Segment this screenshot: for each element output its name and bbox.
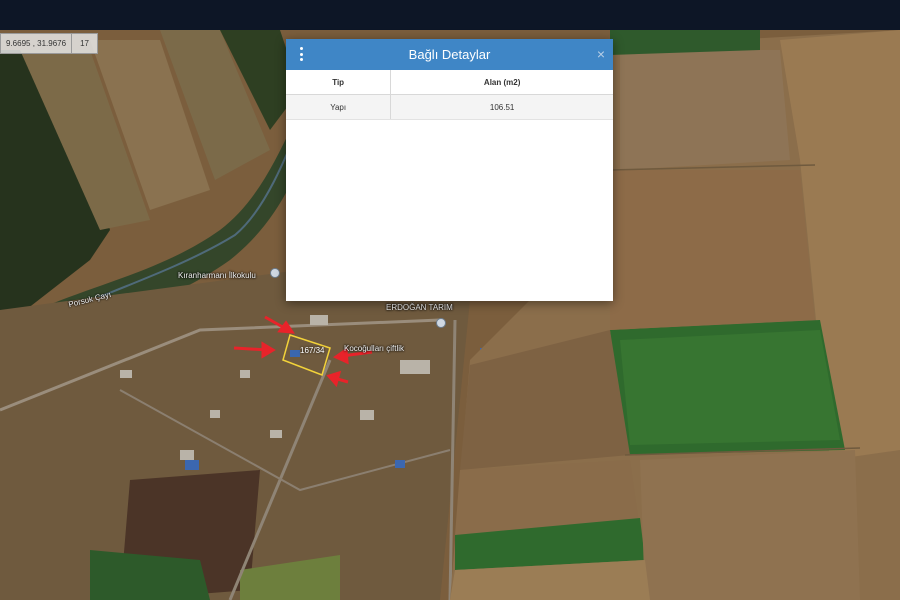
more-vert-icon[interactable] bbox=[298, 47, 304, 61]
zoom-level: 17 bbox=[71, 34, 97, 53]
coordinate-readout: 9.6695 , 31.9676 17 bbox=[0, 33, 98, 54]
school-label: Kıranharmanı İlkokulu bbox=[178, 271, 256, 280]
farm-label: ERDOĞAN TARIM bbox=[386, 303, 453, 312]
farm-name-label: Kocoğulları çiftlik bbox=[344, 344, 405, 353]
parcel-number-label[interactable]: 167/34 bbox=[300, 346, 324, 355]
details-modal: Bağlı Detaylar × Tip Alan (m2) Yapı 106.… bbox=[286, 39, 613, 301]
location-pin-icon[interactable] bbox=[436, 318, 446, 328]
top-bar bbox=[0, 0, 900, 30]
details-table: Tip Alan (m2) Yapı 106.51 bbox=[286, 70, 613, 120]
cell-type: Yapı bbox=[286, 94, 391, 120]
modal-header: Bağlı Detaylar × bbox=[286, 39, 613, 70]
coordinates-text: 9.6695 , 31.9676 bbox=[6, 39, 67, 48]
location-pin-icon[interactable] bbox=[270, 268, 280, 278]
column-header-type: Tip bbox=[286, 70, 391, 95]
table-row[interactable]: Yapı 106.51 bbox=[286, 94, 613, 120]
close-icon[interactable]: × bbox=[597, 46, 605, 62]
column-header-area: Alan (m2) bbox=[390, 70, 613, 95]
modal-title: Bağlı Detaylar bbox=[408, 47, 491, 62]
cell-area: 106.51 bbox=[390, 94, 613, 120]
table-header-row: Tip Alan (m2) bbox=[286, 70, 613, 95]
